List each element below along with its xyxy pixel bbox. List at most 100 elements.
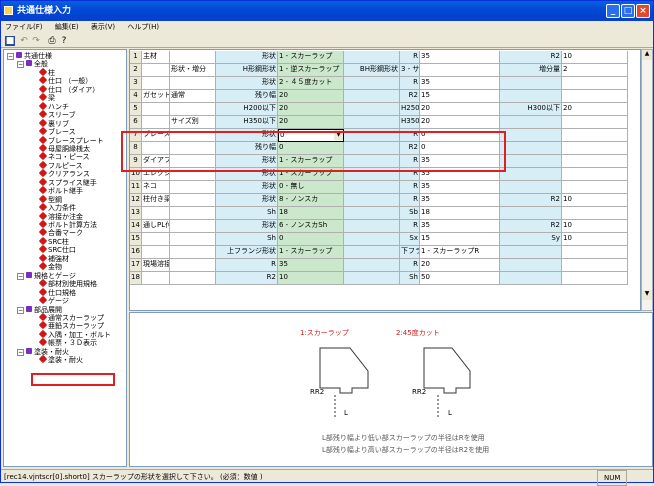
menu-edit[interactable]: 編集(E): [55, 23, 79, 31]
value-cell[interactable]: 1 - 逆スカーラップ: [278, 64, 344, 77]
value-cell[interactable]: 10: [562, 233, 628, 246]
close-button[interactable]: ×: [636, 4, 650, 18]
value-cell[interactable]: 1 - スカーラップR: [420, 246, 500, 259]
value-cell[interactable]: [562, 77, 628, 90]
collapse-icon[interactable]: −: [17, 306, 24, 314]
value-cell[interactable]: 0 - 無し: [278, 181, 344, 194]
label-cell: [170, 207, 216, 220]
value-cell[interactable]: 10: [562, 220, 628, 233]
value-cell[interactable]: [562, 207, 628, 220]
tree-label: ボルト計算方法: [48, 221, 97, 229]
row-number: 1: [130, 51, 142, 64]
highlight-tree-normal-scallop: [31, 373, 115, 386]
value-cell[interactable]: 35: [420, 77, 500, 90]
value-cell[interactable]: 35: [420, 194, 500, 207]
value-cell[interactable]: 20: [278, 103, 344, 116]
item-icon: [38, 101, 48, 110]
redo-icon[interactable]: ↷: [31, 36, 41, 46]
row-number: 12: [130, 194, 142, 207]
tree-label: 共通仕様: [24, 52, 52, 60]
value-cell[interactable]: [562, 142, 628, 155]
label-cell: [344, 77, 400, 90]
label-cell: R: [400, 259, 420, 272]
label-cell: R2: [216, 272, 278, 285]
value-cell[interactable]: [562, 116, 628, 129]
item-icon: [38, 287, 48, 296]
label-cell: R: [400, 220, 420, 233]
label-cell: [500, 116, 562, 129]
value-cell[interactable]: 18: [278, 207, 344, 220]
value-cell[interactable]: 20: [278, 116, 344, 129]
menu-help[interactable]: ヘルプ(H): [127, 23, 159, 31]
save-icon[interactable]: ■: [5, 36, 15, 46]
value-cell[interactable]: [562, 259, 628, 272]
preview-note-1: L部残り幅より低い部スカーラップの半径はRを使用: [322, 434, 485, 442]
print-icon[interactable]: ⎙: [47, 36, 57, 46]
value-cell[interactable]: [562, 90, 628, 103]
tree-item[interactable]: 塗装・耐火: [38, 354, 83, 365]
value-cell[interactable]: [562, 168, 628, 181]
value-cell[interactable]: [562, 129, 628, 142]
value-cell[interactable]: 18: [420, 207, 500, 220]
value-cell[interactable]: 2: [562, 64, 628, 77]
item-icon: [38, 152, 48, 161]
tree-label: SRC柱: [48, 237, 69, 246]
label-cell: [344, 90, 400, 103]
settings-grid: 1 主材 形状 1 - スカーラップ R 35 R2 10 2 形状・増分 H形鋼形状 1 - 逆スカ…: [129, 49, 641, 311]
value-cell[interactable]: 15: [420, 90, 500, 103]
value-cell[interactable]: 20: [420, 103, 500, 116]
value-cell[interactable]: 8 - ノンスカ: [278, 194, 344, 207]
value-cell[interactable]: 50: [420, 272, 500, 285]
value-cell[interactable]: 1 - スカーラップ: [278, 51, 344, 64]
menu-view[interactable]: 表示(V): [91, 23, 115, 31]
value-cell[interactable]: [420, 64, 500, 77]
title-bar: 共通仕様入力 _ □ ×: [1, 1, 653, 21]
label-cell: [170, 233, 216, 246]
row-number: 11: [130, 181, 142, 194]
value-cell[interactable]: [562, 155, 628, 168]
value-cell[interactable]: 2 - ４５度カット: [278, 77, 344, 90]
menu-file[interactable]: ファイル(F): [5, 23, 43, 31]
l-label-1: L: [344, 409, 348, 417]
tree-label: 部材別使用規格: [48, 280, 97, 289]
value-cell[interactable]: [562, 181, 628, 194]
vertical-scrollbar[interactable]: ▲ ▼: [641, 49, 653, 311]
value-cell[interactable]: 10: [562, 194, 628, 207]
scroll-down-icon[interactable]: ▼: [642, 290, 652, 300]
label-cell: [170, 259, 216, 272]
collapse-icon[interactable]: −: [17, 272, 24, 280]
value-cell[interactable]: 20: [562, 103, 628, 116]
collapse-icon[interactable]: −: [17, 61, 24, 69]
value-cell[interactable]: 6 - ノンスカSh: [278, 220, 344, 233]
undo-icon[interactable]: ↶: [19, 36, 29, 46]
value-cell[interactable]: [562, 246, 628, 259]
value-cell[interactable]: 0: [278, 233, 344, 246]
value-cell[interactable]: 15: [420, 233, 500, 246]
value-cell[interactable]: 1 - スカーラップ: [278, 246, 344, 259]
value-cell[interactable]: 35: [420, 220, 500, 233]
tree-label: 母屋胴縁桟太: [48, 144, 90, 153]
value-cell[interactable]: 20: [420, 259, 500, 272]
value-cell[interactable]: 35: [278, 259, 344, 272]
help-icon[interactable]: ?: [59, 36, 69, 46]
collapse-icon[interactable]: −: [17, 348, 24, 356]
tree-label: クリアランス: [48, 170, 90, 179]
collapse-icon[interactable]: −: [7, 53, 14, 60]
minimize-button[interactable]: _: [606, 4, 620, 18]
scroll-up-icon[interactable]: ▲: [642, 50, 652, 60]
maximize-button[interactable]: □: [621, 4, 635, 18]
label-cell: [500, 90, 562, 103]
item-icon: [38, 278, 48, 288]
value-cell[interactable]: 10: [562, 51, 628, 64]
row-number: 2: [130, 64, 142, 77]
value-cell[interactable]: 35: [420, 181, 500, 194]
value-cell[interactable]: 20: [420, 116, 500, 129]
value-cell[interactable]: 35: [420, 51, 500, 64]
value-cell[interactable]: 20: [278, 90, 344, 103]
value-cell[interactable]: [562, 272, 628, 285]
row-number: 18: [130, 272, 142, 285]
value-cell[interactable]: 10: [278, 272, 344, 285]
row-number: 14: [130, 220, 142, 233]
tree-label: 仕口 （一般）: [48, 77, 93, 86]
label-cell: H250以下: [400, 103, 420, 116]
